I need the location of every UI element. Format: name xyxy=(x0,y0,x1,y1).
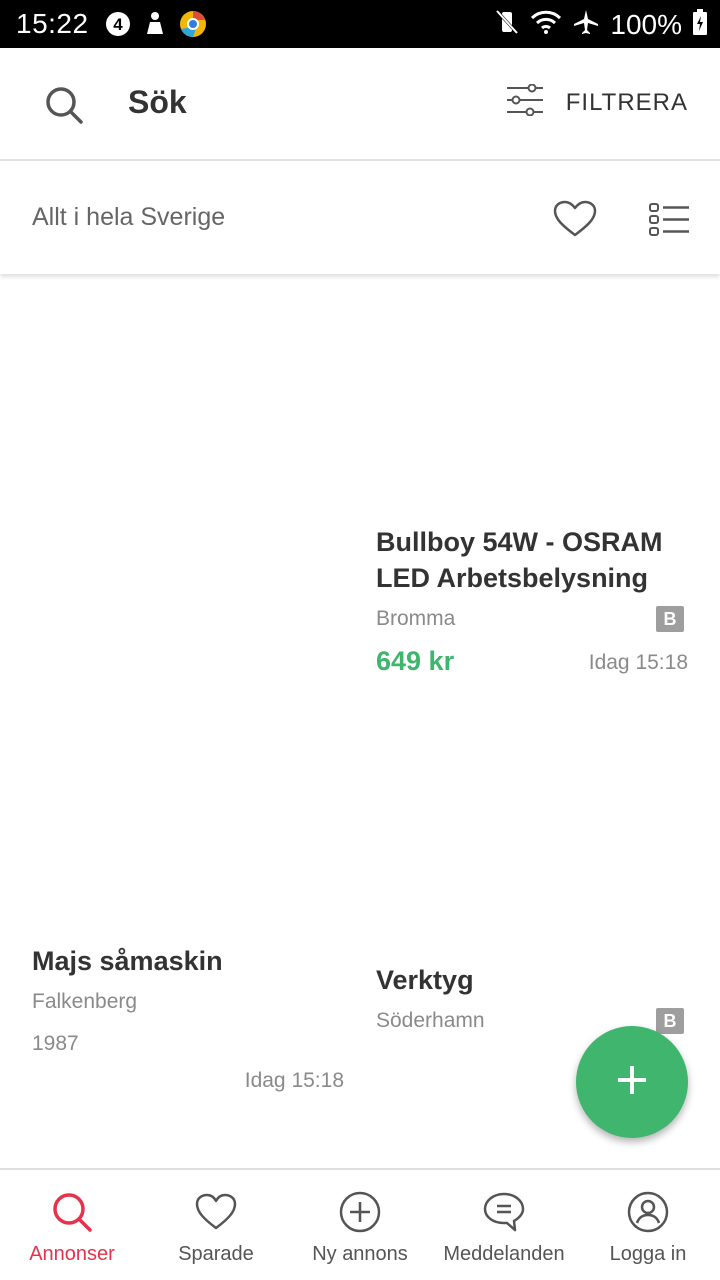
listing-title: Majs såmaskin xyxy=(32,946,223,976)
search-header: Sök FILTRERA xyxy=(0,48,720,161)
listing-location: Bromma xyxy=(376,607,456,630)
battery-icon xyxy=(692,8,708,41)
chrome-icon xyxy=(178,9,208,44)
mute-icon xyxy=(494,8,520,41)
business-badge: B xyxy=(656,606,684,632)
listing-time: Idag 15:18 xyxy=(244,1069,344,1092)
plus-circle-icon xyxy=(338,1190,382,1239)
nav-label: Sparade xyxy=(178,1243,254,1265)
nav-label: Meddelanden xyxy=(443,1243,565,1265)
listing-price: 649 kr xyxy=(376,646,455,676)
status-time: 15:22 xyxy=(16,8,89,39)
listing-time: Idag 15:18 xyxy=(588,651,688,674)
status-bar: 15:22 4 100% xyxy=(0,0,720,48)
heart-icon xyxy=(194,1190,238,1239)
list-view-icon[interactable] xyxy=(648,202,690,241)
svg-text:4: 4 xyxy=(113,15,123,34)
listing-image xyxy=(32,716,344,936)
listing-card[interactable]: Majs såmaskin Falkenberg 1987 Idag 15:18 xyxy=(32,716,344,1096)
location-selector[interactable]: Allt i hela Sverige xyxy=(32,203,225,232)
listing-image xyxy=(376,746,688,956)
nav-item-ny-annons[interactable]: Ny annons xyxy=(288,1170,432,1280)
listing-location: Söderhamn xyxy=(376,1009,485,1032)
nav-item-meddelanden[interactable]: Meddelanden xyxy=(432,1170,576,1280)
search-icon[interactable] xyxy=(44,85,84,130)
bottom-navigation: Annonser Sparade Ny annons Meddelanden L… xyxy=(0,1168,720,1280)
listing-card[interactable]: Verktyg Söderhamn B xyxy=(376,746,688,1046)
chat-icon xyxy=(482,1190,526,1239)
nav-item-annonser[interactable]: Annonser xyxy=(0,1170,144,1280)
nav-item-sparade[interactable]: Sparade xyxy=(144,1170,288,1280)
business-badge: B xyxy=(656,1008,684,1034)
listing-title: Verktyg xyxy=(376,965,474,995)
nav-label: Logga in xyxy=(609,1243,687,1265)
listing-title: Bullboy 54W - OSRAM LED Arbetsbelysning xyxy=(376,527,663,593)
listing-card[interactable]: Bullboy 54W - OSRAM LED Arbetsbelysning … xyxy=(376,276,688,696)
plus-icon xyxy=(615,1063,649,1102)
filter-button[interactable]: FILTRERA xyxy=(506,83,688,121)
person-icon xyxy=(142,10,168,43)
user-icon xyxy=(626,1190,670,1239)
filter-label: FILTRERA xyxy=(565,88,688,116)
page-title[interactable]: Sök xyxy=(128,84,187,121)
listing-location: Falkenberg xyxy=(32,990,138,1013)
new-ad-fab-button[interactable] xyxy=(576,1026,688,1138)
nav-label: Ny annons xyxy=(312,1243,408,1265)
save-search-heart-icon[interactable] xyxy=(553,200,597,243)
wifi-icon xyxy=(530,8,562,41)
nav-item-logga-in[interactable]: Logga in xyxy=(576,1170,720,1280)
battery-percent: 100% xyxy=(610,8,682,40)
sliders-icon xyxy=(506,83,544,121)
search-icon xyxy=(50,1190,94,1239)
listing-image xyxy=(376,276,688,516)
channel4-icon: 4 xyxy=(104,10,132,43)
listing-year: 1987 xyxy=(32,1032,79,1055)
location-bar: Allt i hela Sverige xyxy=(0,163,720,274)
nav-label: Annonser xyxy=(29,1243,115,1265)
airplane-icon xyxy=(572,8,600,41)
